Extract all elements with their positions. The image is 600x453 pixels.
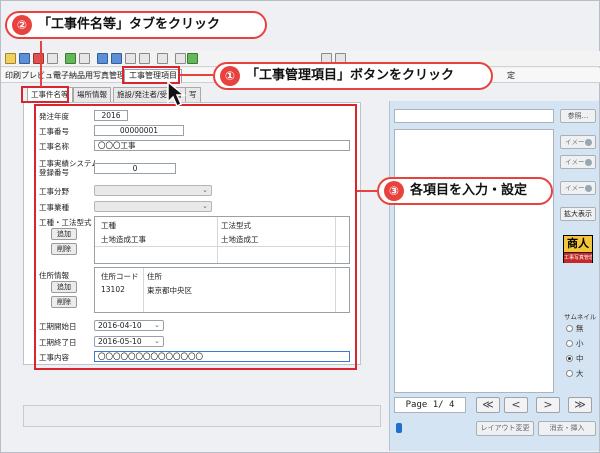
callout-step-3: ③ 各項目を入力・設定 <box>377 177 553 205</box>
step-number: ① <box>220 66 240 86</box>
step-number: ③ <box>384 181 404 201</box>
callout-text: 各項目を入力・設定 <box>410 183 528 198</box>
step-number: ② <box>12 15 32 35</box>
callout-step-1: ① 「工事管理項目」ボタンをクリック <box>213 62 493 90</box>
callout-text: 「工事管理項目」ボタンをクリック <box>246 68 455 83</box>
callout-text: 「工事件名等」タブをクリック <box>38 17 221 32</box>
mouse-cursor-icon <box>167 80 187 108</box>
app-window: 印刷プレビュー 電子納品用写真管理 工事管理項目 定 工事件名等 場所情報 施設… <box>0 0 600 453</box>
callout-step-2: ② 「工事件名等」タブをクリック <box>5 11 267 39</box>
